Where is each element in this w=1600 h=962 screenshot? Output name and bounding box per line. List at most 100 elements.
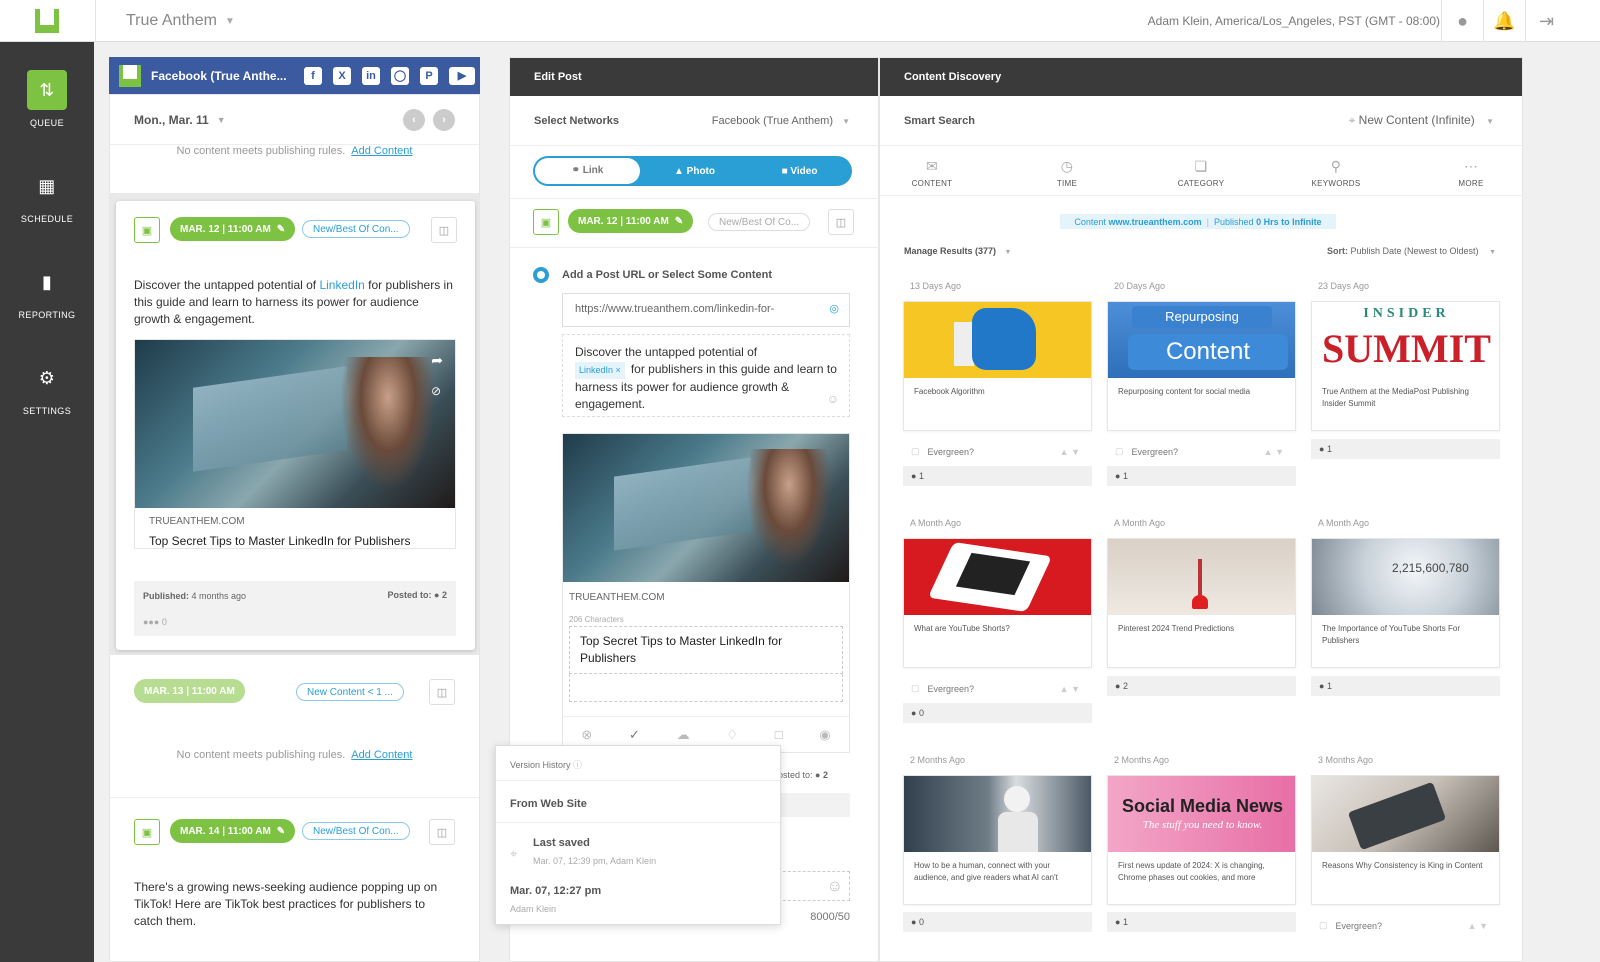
content-card[interactable]: Social Media News The stuff you need to k… [1107, 775, 1296, 905]
manage-label: Manage Results (377) [904, 246, 997, 256]
post-time-pill[interactable]: MAR. 12 | 11:00 AM ✎ [170, 217, 296, 241]
nav-schedule[interactable]: ▦ SCHEDULE [0, 166, 94, 246]
manage-results[interactable]: Manage Results (377) ▼ [904, 246, 1011, 256]
sort-select[interactable]: Sort: Publish Date (Newest to Oldest) ▼ [1327, 246, 1496, 256]
check-icon[interactable]: ✓ [629, 727, 640, 743]
fingerprint-icon[interactable]: ◎ [829, 302, 839, 315]
youtube-icon[interactable]: ▶ [449, 66, 475, 85]
thumbs-icon[interactable]: ▲ ▼ [1060, 447, 1080, 457]
content-card[interactable]: 2,215,600,780 The Importance of YouTube … [1311, 538, 1500, 668]
next-day-button[interactable]: › [433, 109, 455, 131]
select-networks-row[interactable]: Select Networks Facebook (True Anthem) ▼ [510, 96, 878, 146]
content-card[interactable]: Facebook Algorithm [903, 301, 1092, 431]
filter-select[interactable]: ⌖ New Content (Infinite) ▼ [1349, 113, 1494, 128]
thumbs-icon[interactable]: ▲ ▼ [1060, 684, 1080, 694]
url-input[interactable]: https://www.trueanthem.com/linkedin-for-… [562, 293, 850, 327]
remove-icon[interactable]: ⊗ [581, 727, 592, 743]
trash-icon[interactable]: ◫ [429, 819, 455, 845]
block-icon[interactable]: ⊘ [431, 384, 441, 398]
content-card[interactable]: INSIDER SUMMIT True Anthem at the MediaPo… [1311, 301, 1500, 431]
date-selector[interactable]: Mon., Mar. 11 ▼ ‹ › [110, 95, 479, 145]
trash-icon[interactable]: ◫ [429, 679, 455, 705]
headline-input[interactable]: Top Secret Tips to Master LinkedIn for P… [569, 626, 843, 674]
divider [496, 780, 780, 781]
tool-keywords[interactable]: ⚲ KEYWORDS [1296, 158, 1376, 188]
trash-icon[interactable]: ◫ [431, 217, 457, 243]
post-time-pill[interactable]: MAR. 12 | 11:00 AM ✎ [568, 209, 694, 233]
tab-link[interactable]: ⚭ Link [535, 158, 640, 184]
evergreen-toggle[interactable]: ▢ Evergreen? ▲ ▼ [903, 446, 1092, 457]
eye-icon[interactable]: ◉ [819, 727, 830, 743]
content-card[interactable]: Pinterest 2024 Trend Predictions [1107, 538, 1296, 668]
content-card[interactable]: Reasons Why Consistency is King in Conte… [1311, 775, 1500, 905]
instagram-icon[interactable]: ◯ [391, 66, 409, 85]
brand-selector[interactable]: True Anthem ▼ [95, 0, 235, 42]
tool-content[interactable]: ✉ CONTENT [892, 158, 972, 188]
post-type-toggle[interactable]: ⚭ Link ▲ Photo ■ Video [533, 156, 852, 186]
rule-pill[interactable]: New Content < 1 ... [296, 683, 404, 701]
chevron-down-icon: ▼ [842, 116, 850, 126]
link-preview[interactable]: ➦ ⊘ TRUEANTHEM.COM Top Secret Tips to Ma… [134, 339, 456, 549]
empty-slot-message: No content meets publishing rules. Add Co… [110, 749, 479, 761]
mention-chip[interactable]: LinkedIn × [575, 362, 625, 379]
evergreen-toggle[interactable]: ▢ Evergreen? ▲ ▼ [1311, 920, 1500, 931]
tag-icon[interactable]: □ [775, 727, 783, 742]
diamond-icon[interactable]: ♢ [726, 727, 738, 743]
linkedin-icon[interactable]: in [362, 66, 380, 85]
trash-icon[interactable]: ◫ [828, 209, 854, 235]
content-card[interactable]: What are YouTube Shorts? [903, 538, 1092, 668]
share-icon[interactable]: ➦ [431, 352, 443, 369]
facebook-icon[interactable]: f [304, 66, 322, 85]
lock-icon[interactable]: ▣ [533, 209, 559, 235]
version-entry[interactable]: Mar. 07, 12:27 pm [510, 885, 601, 897]
thumbs-icon[interactable]: ▲ ▼ [1468, 921, 1488, 931]
thumbs-icon[interactable]: ▲ ▼ [1264, 447, 1284, 457]
post-time-pill[interactable]: MAR. 14 | 11:00 AM ✎ [170, 819, 296, 843]
network-select[interactable]: Facebook (True Anthem) ▼ [712, 115, 850, 127]
bell-icon[interactable]: 🔔 [1483, 0, 1525, 42]
post-time-pill[interactable]: MAR. 13 | 11:00 AM [134, 679, 245, 703]
nav-reporting[interactable]: ▮ REPORTING [0, 262, 94, 342]
post-text-link[interactable]: LinkedIn [319, 278, 364, 292]
add-content-link[interactable]: Add Content [351, 145, 412, 157]
content-card[interactable]: Repurposing Content Repurposing content f… [1107, 301, 1296, 431]
card-caption: Pinterest 2024 Trend Predictions [1118, 624, 1235, 633]
evergreen-toggle[interactable]: ▢ Evergreen? ▲ ▼ [1107, 446, 1296, 457]
description-input[interactable] [569, 674, 843, 702]
rule-pill[interactable]: New/Best Of Con... [302, 822, 410, 840]
message-editor[interactable]: Discover the untapped potential of Linke… [562, 334, 850, 417]
tab-video[interactable]: ■ Video [747, 166, 852, 177]
nav-queue[interactable]: ⇅ QUEUE [0, 70, 94, 150]
preview-image [563, 434, 849, 582]
x-icon[interactable]: X [333, 66, 351, 85]
app-logo[interactable] [0, 0, 94, 42]
content-card[interactable]: How to be a human, connect with your aud… [903, 775, 1092, 905]
pin-icon [1198, 559, 1202, 599]
cloud-icon[interactable]: ☁ [677, 727, 690, 743]
rule-pill[interactable]: New/Best Of Co... [708, 213, 811, 231]
close-icon[interactable]: × [616, 365, 621, 375]
radio-url[interactable] [533, 267, 549, 283]
link-preview[interactable]: TRUEANTHEM.COM 206 Characters Top Secret… [562, 433, 850, 753]
prev-day-button[interactable]: ‹ [403, 109, 425, 131]
evergreen-toggle[interactable]: ▢ Evergreen? ▲ ▼ [903, 683, 1092, 694]
tool-time[interactable]: ◷ TIME [1027, 158, 1107, 188]
lock-icon[interactable]: ▣ [134, 819, 160, 845]
lock-icon[interactable]: ▣ [134, 217, 160, 243]
pinterest-icon[interactable]: P [420, 66, 438, 85]
emoji-icon[interactable]: ☺ [827, 391, 839, 408]
last-saved-label[interactable]: Last saved [533, 837, 590, 849]
tool-category[interactable]: ❏ CATEGORY [1161, 158, 1241, 188]
tool-more[interactable]: ⋯ MORE [1431, 158, 1511, 188]
active-filters[interactable]: Content www.trueanthem.com | Published 0… [1060, 214, 1336, 229]
post-card[interactable]: ▣ MAR. 12 | 11:00 AM ✎ New/Best Of Con...… [116, 201, 475, 650]
logout-icon[interactable]: ⇥ [1525, 0, 1567, 42]
add-content-link[interactable]: Add Content [351, 749, 412, 761]
tab-photo[interactable]: ▲ Photo [642, 166, 747, 177]
info-icon[interactable]: ⓘ [573, 760, 582, 770]
user-icon[interactable]: ● [1441, 0, 1483, 42]
facebook-icon: ● [434, 590, 440, 600]
rule-pill[interactable]: New/Best Of Con... [302, 220, 410, 238]
nav-settings[interactable]: ⚙ SETTINGS [0, 358, 94, 438]
emoji-icon[interactable]: ☺ [778, 871, 850, 901]
